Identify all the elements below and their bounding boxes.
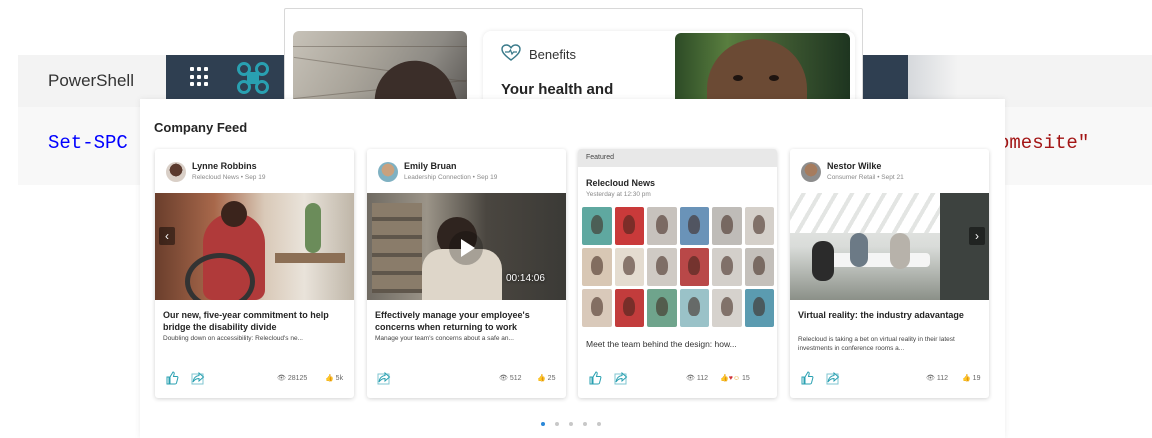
post-description: Relecloud is taking a bet on virtual rea… (798, 336, 955, 352)
like-icon[interactable] (165, 371, 179, 385)
code-text-left: Set-SPC (48, 132, 128, 154)
heart-pulse-icon (501, 44, 521, 61)
app-logo-icon[interactable] (236, 61, 270, 95)
views-value: 112 (696, 375, 709, 382)
views-value: 512 (509, 375, 522, 382)
share-icon[interactable] (614, 371, 628, 385)
likes-value: 19 (972, 375, 981, 382)
view-count: 👁 512 (499, 375, 522, 382)
author-source: Consumer Retail • Sept 21 (827, 174, 904, 181)
code-text-right: omesite" (998, 132, 1090, 154)
author-name: Lynne Robbins (192, 161, 257, 171)
share-icon[interactable] (826, 371, 840, 385)
featured-subtitle: Yesterday at 12:30 pm (586, 191, 651, 198)
featured-description: Meet the team behind the design: how... (586, 339, 737, 349)
post-headline[interactable]: Effectively manage your employee's conce… (375, 309, 559, 333)
feed-card[interactable]: Lynne Robbins Relecloud News • Sep 19 ‹ … (155, 149, 354, 398)
featured-band: Featured (578, 149, 777, 167)
carousel-prev-button[interactable]: ‹ (159, 227, 175, 245)
post-headline[interactable]: Our new, five-year commitment to help br… (163, 309, 347, 333)
page-dot-4[interactable] (583, 422, 587, 426)
post-image (790, 193, 989, 300)
feed-card[interactable]: Nestor Wilke Consumer Retail • Sept 21 ›… (790, 149, 989, 398)
benefits-title: Benefits (529, 47, 576, 62)
avatar (378, 162, 398, 182)
like-icon[interactable] (800, 371, 814, 385)
video-duration: 00:14:06 (506, 273, 545, 284)
avatar (801, 162, 821, 182)
author-source: Relecloud News • Sep 19 (192, 174, 266, 181)
feed-title: Company Feed (154, 120, 248, 135)
view-count: 👁 112 (686, 375, 709, 382)
waffle-icon[interactable] (190, 67, 210, 87)
page-dot-5[interactable] (597, 422, 601, 426)
featured-label: Featured (586, 154, 615, 161)
masked-person-image (675, 33, 850, 104)
page-dot-2[interactable] (555, 422, 559, 426)
views-value: 28125 (287, 375, 308, 382)
post-headline[interactable]: Virtual reality: the industry adavantage (798, 309, 982, 321)
views-value: 112 (936, 375, 949, 382)
view-count: 👁 28125 (277, 375, 308, 382)
author-name: Nestor Wilke (827, 161, 882, 171)
post-image (155, 193, 354, 300)
like-count: 👍 25 (537, 375, 556, 382)
feed-card[interactable]: Emily Bruan Leadership Connection • Sep … (367, 149, 566, 398)
benefits-card[interactable]: Benefits Your health and (284, 8, 863, 105)
appbar-fade (908, 55, 958, 99)
page-dot-1[interactable] (541, 422, 545, 426)
like-icon[interactable] (588, 371, 602, 385)
map-image (293, 31, 467, 104)
like-count: 👍 19 (962, 375, 981, 382)
code-language-label: PowerShell (48, 71, 134, 90)
like-count: 👍 5k (325, 375, 344, 382)
post-description: Manage your team's concerns about a safe… (375, 335, 514, 342)
featured-card[interactable]: Featured Relecloud News Yesterday at 12:… (578, 149, 777, 398)
benefits-headline: Your health and (501, 81, 614, 98)
company-feed: Company Feed Lynne Robbins Relecloud New… (140, 99, 1005, 438)
page-dot-3[interactable] (569, 422, 573, 426)
reactions-value: 15 (741, 375, 750, 382)
avatar (166, 162, 186, 182)
reaction-count: 👍♥☺ 15 (720, 375, 750, 382)
team-photo-grid (582, 207, 774, 327)
likes-value: 25 (547, 375, 556, 382)
post-description: Doubling down on accessibility: Releclou… (163, 335, 303, 342)
likes-value: 5k (335, 375, 344, 382)
author-source: Leadership Connection • Sep 19 (404, 174, 498, 181)
share-icon[interactable] (377, 371, 391, 385)
share-icon[interactable] (191, 371, 205, 385)
view-count: 👁 112 (926, 375, 949, 382)
carousel-next-button[interactable]: › (969, 227, 985, 245)
featured-title[interactable]: Relecloud News (586, 178, 655, 188)
author-name: Emily Bruan (404, 161, 457, 171)
